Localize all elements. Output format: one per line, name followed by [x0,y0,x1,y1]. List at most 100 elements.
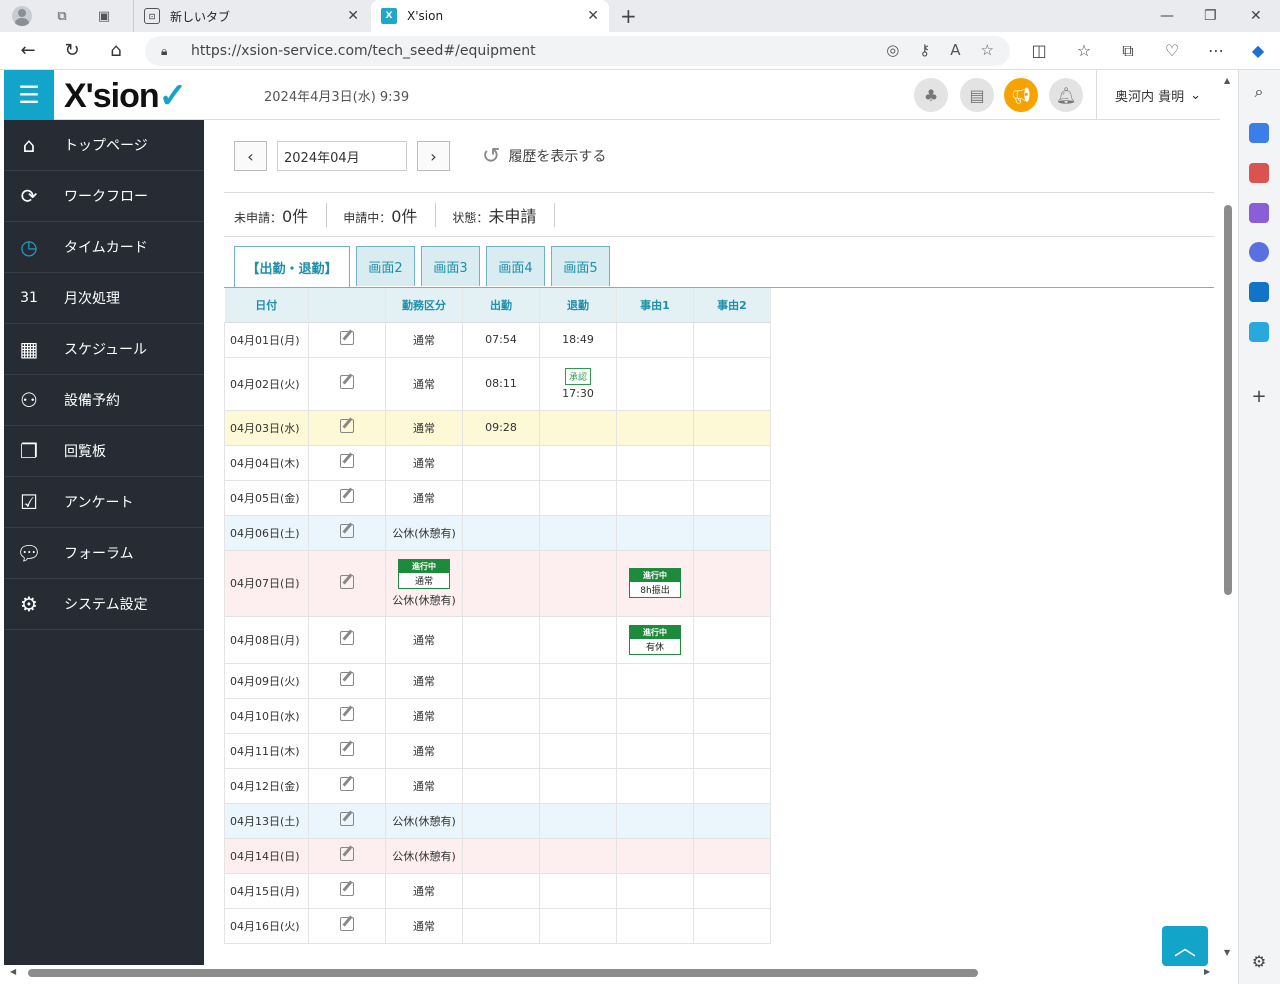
edit-icon[interactable] [340,631,354,645]
minimize-icon[interactable]: — [1160,8,1174,24]
games-icon[interactable] [1249,203,1269,223]
address-bar[interactable]: 🔒︎ https://xsion-service.com/tech_seed#/… [145,36,1010,66]
reload-icon[interactable]: ↻ [61,40,83,61]
sidebar-item-circular[interactable]: ❐ 回覧板 [4,426,204,477]
sidebar-item-monthly[interactable]: 31 月次処理 [4,273,204,324]
key-icon[interactable]: ⚷ [919,41,930,59]
profile-avatar-icon[interactable] [11,5,33,27]
edit-icon[interactable] [340,777,354,791]
edit-cell[interactable] [308,767,386,804]
settings-icon[interactable]: ⚙ [1249,952,1269,972]
next-month-button[interactable]: › [417,141,450,171]
sidebar-item-equipment[interactable]: ⚇ 設備予約 [4,375,204,426]
collections-toolbar-icon[interactable]: ⧉ [1117,41,1139,61]
edit-icon[interactable] [340,419,354,433]
split-screen-icon[interactable]: ◫ [1028,41,1050,60]
edit-cell[interactable] [308,837,386,874]
bell-icon[interactable]: 🔔︎ [1049,78,1083,112]
shopping-tag-icon[interactable] [1249,123,1269,143]
new-tab-button[interactable]: + [620,4,637,28]
scroll-up-arrow-icon[interactable]: ▲ [1224,76,1230,85]
copilot-app-icon[interactable] [1249,242,1269,262]
sidebar-item-workflow[interactable]: ⟳ ワークフロー [4,171,204,222]
sidebar-item-schedule[interactable]: ▦ スケジュール [4,324,204,375]
edit-icon[interactable] [340,707,354,721]
edit-cell[interactable] [308,514,386,551]
close-tab-icon[interactable]: ✕ [587,8,599,24]
collections-icon[interactable]: ⧉ [51,5,73,27]
edit-icon[interactable] [340,375,354,389]
browser-tab-new[interactable]: ⊡ 新しいタブ ✕ [133,0,369,32]
edit-icon[interactable] [340,524,354,538]
horizontal-scrollbar[interactable]: ◀ ▶ [4,965,1220,981]
month-input[interactable]: 2024年04月 [277,141,407,171]
scroll-down-arrow-icon[interactable]: ▼ [1224,948,1230,957]
scroll-left-arrow-icon[interactable]: ◀ [10,967,16,976]
edit-cell[interactable] [308,872,386,909]
show-history-button[interactable]: ↺ 履歴を表示する [482,144,606,169]
megaphone-icon[interactable]: 📢︎ [1004,78,1038,112]
vertical-scroll-thumb[interactable] [1224,205,1232,595]
scroll-to-top-button[interactable]: ︿ [1162,926,1208,966]
in-progress-badge[interactable]: 進行中 8h振出 [629,568,681,598]
restore-icon[interactable]: ❐ [1204,8,1217,24]
add-panel-icon[interactable]: + [1249,386,1269,407]
edit-icon[interactable] [340,917,354,931]
edit-cell[interactable] [308,732,386,769]
search-icon[interactable]: ⌕ [1249,82,1269,102]
edit-cell[interactable] [308,662,386,699]
edit-icon[interactable] [340,489,354,503]
tab-screen2[interactable]: 画面2 [356,246,415,286]
sidebar-item-settings[interactable]: ⚙ システム設定 [4,579,204,630]
edit-cell[interactable] [308,321,386,358]
edit-icon[interactable] [340,742,354,756]
edit-cell[interactable] [308,697,386,734]
tree-icon[interactable]: ♣ [914,78,948,112]
xsion-logo[interactable]: X'sion✓ [64,76,187,116]
sidebar-item-timecard[interactable]: ◷ タイムカード [4,222,204,273]
sidebar-item-survey[interactable]: ☑ アンケート [4,477,204,528]
edit-cell[interactable] [308,479,386,516]
edit-cell[interactable] [308,615,386,664]
tab-screen5[interactable]: 画面5 [551,246,610,286]
in-progress-badge[interactable]: 進行中 通常 [398,558,450,589]
close-tab-icon[interactable]: ✕ [347,8,359,24]
home-browser-icon[interactable]: ⌂ [105,40,127,61]
favorite-star-icon[interactable]: ☆ [981,41,994,59]
edit-cell[interactable] [308,549,386,617]
in-progress-badge[interactable]: 進行中 有休 [629,624,681,655]
favorites-icon[interactable]: ☆ [1073,41,1095,60]
tab-screen3[interactable]: 画面3 [421,246,480,286]
edit-cell[interactable] [308,409,386,446]
sidebar-item-top[interactable]: ⌂ トップページ [4,120,204,171]
performance-icon[interactable]: ♡ [1161,41,1183,60]
edit-cell[interactable] [308,907,386,944]
edit-icon[interactable] [340,454,354,468]
browser-tab-xsion[interactable]: X X'sion ✕ [371,0,609,32]
sidebar-item-forum[interactable]: 💬︎ フォーラム [4,528,204,579]
more-menu-icon[interactable]: ⋯ [1205,41,1227,60]
edit-cell[interactable] [308,444,386,481]
user-menu[interactable]: 奥河内 貴明 ⌄ [1096,70,1220,120]
horizontal-scroll-thumb[interactable] [28,969,978,977]
tab-screen4[interactable]: 画面4 [486,246,545,286]
edit-icon[interactable] [340,331,354,345]
edit-icon[interactable] [340,847,354,861]
scroll-right-arrow-icon[interactable]: ▶ [1204,967,1210,976]
read-aloud-icon[interactable]: A [950,41,960,59]
send-icon[interactable] [1249,322,1269,342]
location-icon[interactable]: ◎ [886,41,899,59]
back-icon[interactable]: ← [17,40,39,61]
tab-actions-icon[interactable]: ▣ [93,5,115,27]
edit-icon[interactable] [340,882,354,896]
menu-toggle-button[interactable]: ☰ [4,70,54,120]
edit-icon[interactable] [340,672,354,686]
notes-icon[interactable]: ▤ [960,78,994,112]
edit-cell[interactable] [308,802,386,839]
close-window-icon[interactable]: ✕ [1250,8,1262,24]
tab-attendance[interactable]: 【出勤・退勤】 [234,246,350,288]
copilot-icon[interactable]: ◆ [1247,41,1269,60]
edit-icon[interactable] [340,812,354,826]
toolbox-icon[interactable] [1249,163,1269,183]
outlook-icon[interactable] [1249,282,1269,302]
